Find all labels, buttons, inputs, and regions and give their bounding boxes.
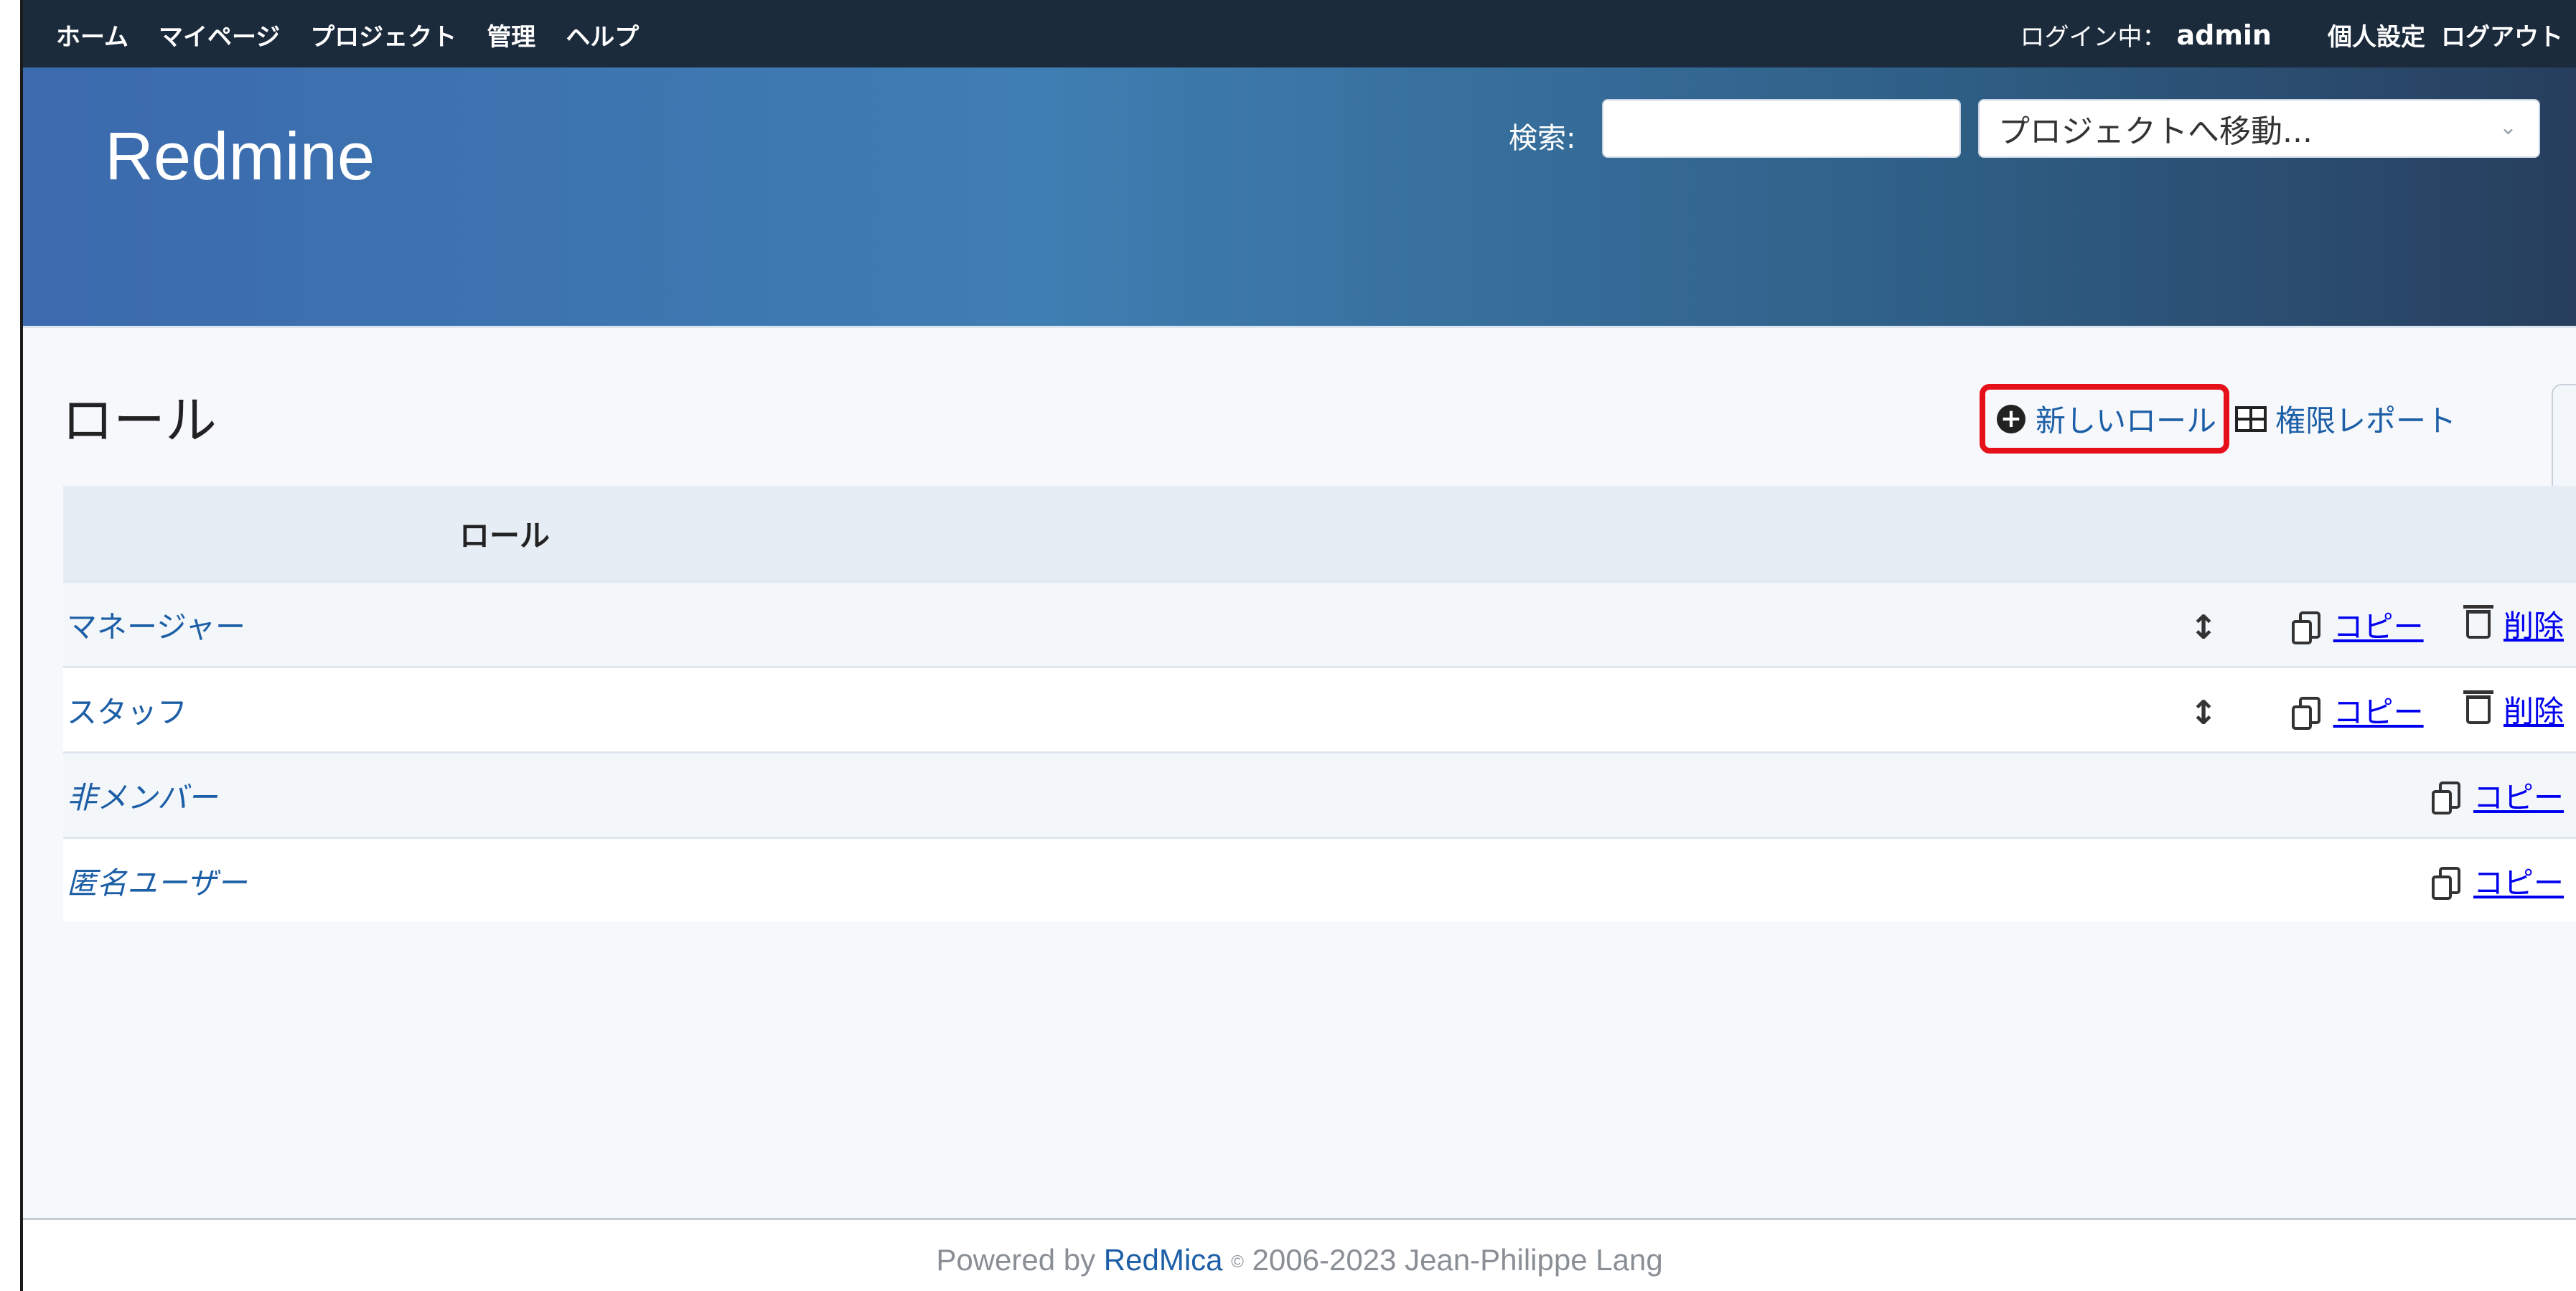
table-icon	[2235, 405, 2267, 432]
browser-frame: ホーム マイページ プロジェクト 管理 ヘルプ ログイン中： admin 個人設…	[20, 0, 2576, 1291]
footer: Powered by RedMica © 2006-2023 Jean-Phil…	[23, 1218, 2576, 1291]
copy-icon	[2431, 781, 2460, 814]
add-circle-icon: +	[1997, 404, 2025, 433]
column-header-role: ロール	[63, 486, 1435, 582]
permissions-report-link[interactable]: 権限レポート	[2235, 397, 2456, 441]
top-menu: ホーム マイページ プロジェクト 管理 ヘルプ ログイン中： admin 個人設…	[23, 0, 2576, 67]
new-role-label: 新しいロール	[2036, 403, 2217, 438]
page-title: ロール	[62, 390, 217, 451]
site-title: Redmine	[105, 118, 375, 194]
redmica-link[interactable]: RedMica	[1104, 1243, 1223, 1277]
copy-button[interactable]: コピー	[2431, 859, 2564, 903]
sort-handle-icon[interactable]: ↕	[2190, 693, 2218, 732]
new-role-button[interactable]: + 新しいロール	[1980, 384, 2230, 454]
project-jump-placeholder: プロジェクトへ移動...	[1998, 113, 2313, 150]
table-row: スタッフ ↕ コピー 削除	[63, 666, 2576, 753]
table-row: 非メンバー コピー	[63, 751, 2576, 838]
logged-in-user[interactable]: admin	[2176, 19, 2272, 51]
chevron-down-icon: ⌄	[2498, 115, 2517, 140]
logged-in-label: ログイン中：	[2020, 23, 2167, 52]
main-content: ロール + 新しいロール 権限レポート ロール マネージャー ↕ コピー 削除 …	[23, 328, 2576, 1218]
menu-home[interactable]: ホーム	[56, 17, 128, 52]
footer-copyright: 2006-2023 Jean-Philippe Lang	[1252, 1243, 1663, 1277]
copy-button[interactable]: コピー	[2291, 603, 2424, 647]
sort-handle-icon[interactable]: ↕	[2190, 608, 2218, 647]
logout-link[interactable]: ログアウト	[2441, 17, 2563, 52]
footer-powered-by: Powered by	[936, 1243, 1096, 1277]
role-link[interactable]: マネージャー	[64, 609, 245, 644]
copy-icon	[2291, 696, 2320, 730]
menu-help[interactable]: ヘルプ	[566, 17, 639, 52]
search-input[interactable]	[1602, 99, 1961, 158]
copy-button[interactable]: コピー	[2291, 688, 2424, 732]
role-link[interactable]: 匿名ユーザー	[64, 865, 247, 901]
delete-button[interactable]: 削除	[2463, 687, 2564, 731]
menu-projects[interactable]: プロジェクト	[310, 17, 456, 52]
sidebar-toggle[interactable]	[2552, 384, 2576, 502]
delete-button[interactable]: 削除	[2463, 602, 2564, 646]
copy-icon	[2431, 867, 2460, 900]
copy-button[interactable]: コピー	[2431, 774, 2564, 817]
roles-table: ロール マネージャー ↕ コピー 削除 スタッフ ↕ コピー 削除 非メンバー …	[63, 486, 2576, 922]
trash-icon	[2463, 690, 2493, 724]
menu-my-page[interactable]: マイページ	[159, 17, 280, 52]
table-row: マネージャー ↕ コピー 削除	[63, 581, 2576, 667]
menu-administration[interactable]: 管理	[487, 17, 535, 52]
role-link[interactable]: スタッフ	[64, 695, 187, 730]
account-area: ログイン中： admin 個人設定 ログアウト	[2020, 17, 2563, 52]
trash-icon	[2463, 604, 2493, 639]
permissions-report-label: 権限レポート	[2275, 403, 2457, 438]
project-jump-select[interactable]: プロジェクトへ移動... ⌄	[1978, 99, 2540, 158]
column-header-actions	[1435, 486, 2576, 582]
copyright-symbol: ©	[1231, 1252, 1244, 1272]
copy-icon	[2291, 611, 2320, 644]
top-menu-nav: ホーム マイページ プロジェクト 管理 ヘルプ	[56, 17, 639, 52]
header: Redmine 検索: プロジェクトへ移動... ⌄	[23, 67, 2576, 328]
contextual-actions: + 新しいロール 権限レポート	[1980, 384, 2456, 454]
table-header-row: ロール	[63, 486, 2576, 582]
my-account-link[interactable]: 個人設定	[2328, 17, 2425, 52]
table-row: 匿名ユーザー コピー	[63, 837, 2576, 922]
search-label: 検索:	[1509, 122, 1576, 155]
role-link[interactable]: 非メンバー	[64, 780, 217, 815]
